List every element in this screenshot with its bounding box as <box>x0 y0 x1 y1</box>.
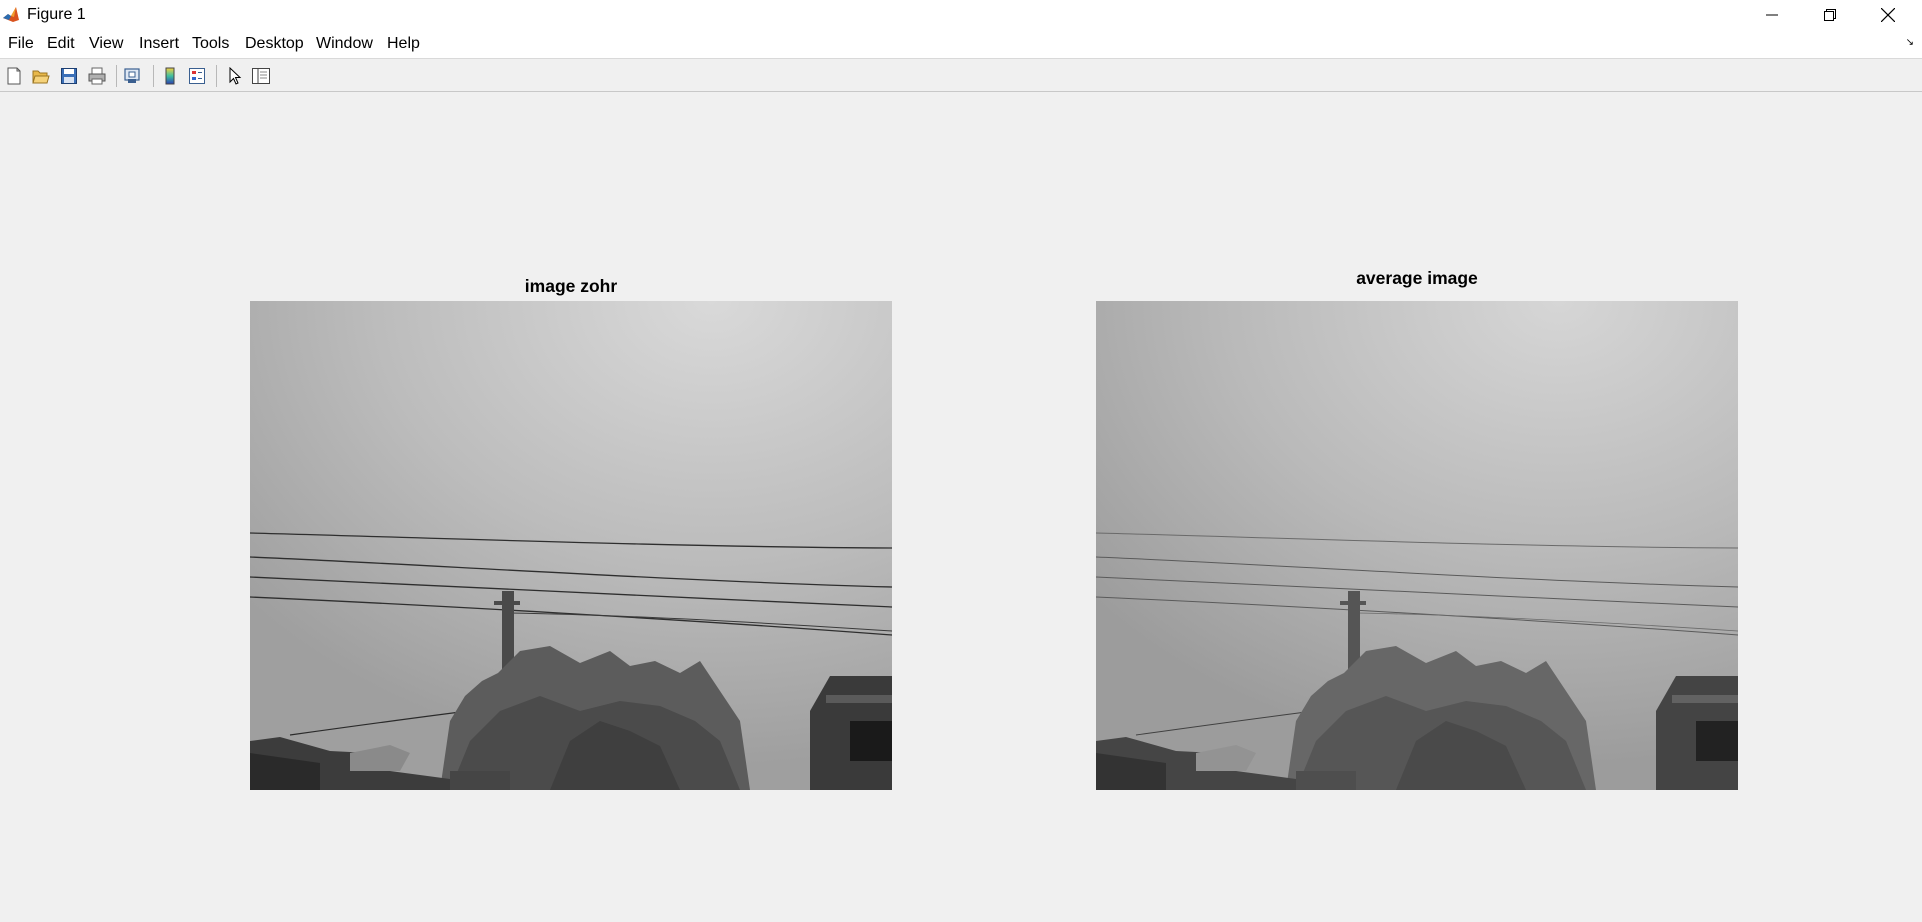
axes-title-left: image zohr <box>524 276 618 296</box>
menu-insert[interactable]: Insert <box>139 35 179 53</box>
new-figure-icon <box>7 67 21 85</box>
save-button[interactable] <box>58 65 80 87</box>
menu-desktop[interactable]: Desktop <box>245 35 304 53</box>
menu-file[interactable]: File <box>8 35 34 53</box>
image-axes-right[interactable] <box>1096 301 1738 790</box>
close-icon <box>1881 8 1895 22</box>
restore-icon <box>1824 9 1836 21</box>
pointer-button[interactable] <box>224 65 246 87</box>
minimize-button[interactable] <box>1744 0 1800 30</box>
minimize-icon <box>1766 14 1778 16</box>
toolbar-separator <box>153 65 154 87</box>
menu-help[interactable]: Help <box>387 35 420 53</box>
dock-figure-icon[interactable]: ↘ <box>1906 37 1914 48</box>
property-editor-icon <box>252 68 270 84</box>
print-icon <box>88 67 106 85</box>
menu-bar: File Edit View Insert Tools Desktop Wind… <box>0 30 1922 59</box>
menu-edit[interactable]: Edit <box>47 35 75 53</box>
menu-view[interactable]: View <box>89 35 123 53</box>
legend-button[interactable] <box>186 65 208 87</box>
matlab-logo-icon <box>2 6 20 24</box>
menu-tools[interactable]: Tools <box>192 35 229 53</box>
open-file-icon <box>32 70 50 84</box>
toolbar-separator <box>216 65 217 87</box>
grayscale-image-right <box>1096 301 1738 790</box>
menu-window[interactable]: Window <box>316 35 373 53</box>
colorbar-button[interactable] <box>159 65 181 87</box>
window-titlebar[interactable]: Figure 1 <box>0 0 1922 30</box>
figure-toolbar <box>0 59 1922 92</box>
pointer-icon <box>229 67 242 85</box>
link-plot-icon <box>124 68 140 83</box>
property-editor-button[interactable] <box>250 65 272 87</box>
grayscale-image-left <box>250 301 892 790</box>
close-button[interactable] <box>1860 0 1916 30</box>
axes-title-right: average image <box>1356 268 1478 288</box>
window-title: Figure 1 <box>27 6 86 23</box>
legend-icon <box>189 68 205 84</box>
image-axes-left[interactable] <box>250 301 892 790</box>
open-file-button[interactable] <box>30 65 52 87</box>
print-button[interactable] <box>86 65 108 87</box>
link-plot-button[interactable] <box>122 65 144 87</box>
restore-button[interactable] <box>1802 0 1858 30</box>
save-icon <box>61 68 77 84</box>
colorbar-icon <box>165 67 175 85</box>
new-figure-button[interactable] <box>3 65 25 87</box>
toolbar-separator <box>116 65 117 87</box>
